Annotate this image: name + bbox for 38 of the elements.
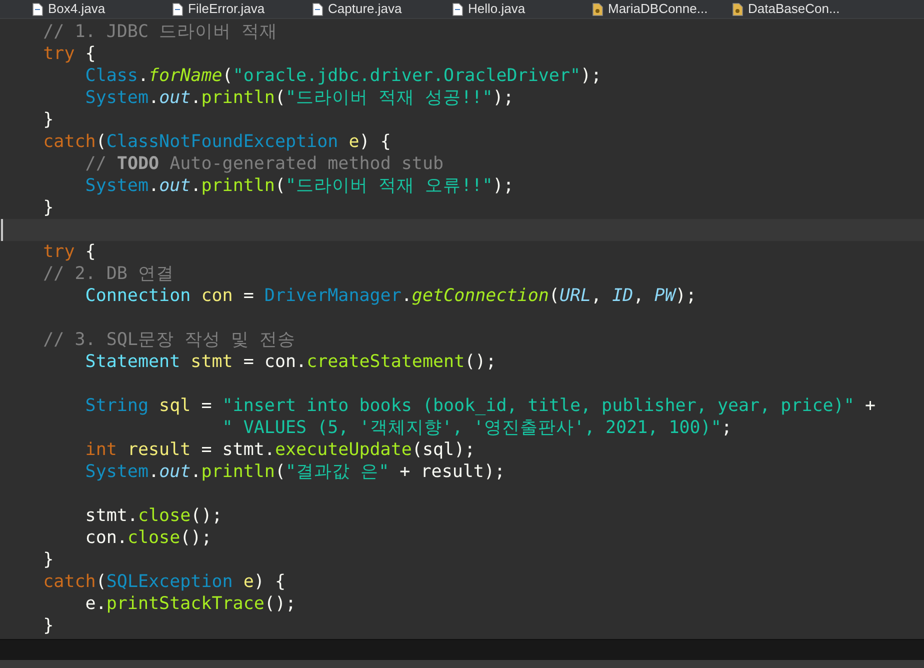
code-line: Connection con = DriverManager.getConnection(URL, ID, PW); — [84, 286, 696, 306]
horizontal-scrollbar[interactable] — [0, 660, 924, 668]
code-line: stmt.close(); — [84, 506, 222, 526]
code-line: } — [42, 198, 54, 218]
code-line: Statement stmt = con.createStatement(); — [84, 352, 496, 372]
code-line: " VALUES (5, '객체지향', '영진출판사', 2021, 100)"; — [221, 418, 732, 438]
editor-tab[interactable]: Box4.java — [48, 1, 106, 17]
file-icon — [32, 2, 43, 16]
code-line: System.out.println("결과값 은" + result); — [84, 462, 506, 482]
editor-tab[interactable]: Hello.java — [468, 1, 526, 17]
code-line: } — [42, 550, 54, 570]
code-line: // 3. SQL문장 작성 및 전송 — [42, 330, 296, 350]
code-line: con.close(); — [84, 528, 212, 548]
code-line: catch(ClassNotFoundException e) { — [42, 132, 391, 152]
code-line: try { — [42, 242, 96, 262]
code-line: String sql = "insert into books (book_id, title, publisher, year, price)" + — [84, 396, 876, 416]
code-line: } — [42, 110, 54, 130]
file-icon — [452, 2, 463, 16]
code-line: // TODO Auto-generated method stub — [84, 154, 444, 174]
editor-tab[interactable]: FileError.java — [188, 1, 265, 17]
file-icon — [312, 2, 323, 16]
editor-tab[interactable]: MariaDBConne... — [608, 1, 708, 17]
code-line: System.out.println("드라이버 적재 오류!!"); — [84, 176, 514, 196]
editor-tab[interactable]: Capture.java — [328, 1, 402, 17]
code-line: try { — [42, 44, 96, 64]
code-line: // 1. JDBC 드라이버 적재 — [42, 22, 278, 42]
code-line: int result = stmt.executeUpdate(sql); — [84, 440, 476, 460]
code-line: e.printStackTrace(); — [84, 594, 296, 614]
code-line: // 2. DB 연결 — [42, 264, 174, 284]
code-line: catch(SQLException e) { — [42, 572, 286, 592]
code-line: Class.forName("oracle.jdbc.driver.OracleDriver"); — [84, 66, 602, 86]
file-icon — [732, 2, 743, 16]
code-line: } — [42, 616, 54, 636]
code-line: System.out.println("드라이버 적재 성공!!"); — [84, 88, 514, 108]
file-icon — [172, 2, 183, 16]
text-cursor-icon — [1, 219, 3, 241]
file-icon — [592, 2, 603, 16]
editor-tab[interactable]: DataBaseCon... — [748, 1, 840, 17]
